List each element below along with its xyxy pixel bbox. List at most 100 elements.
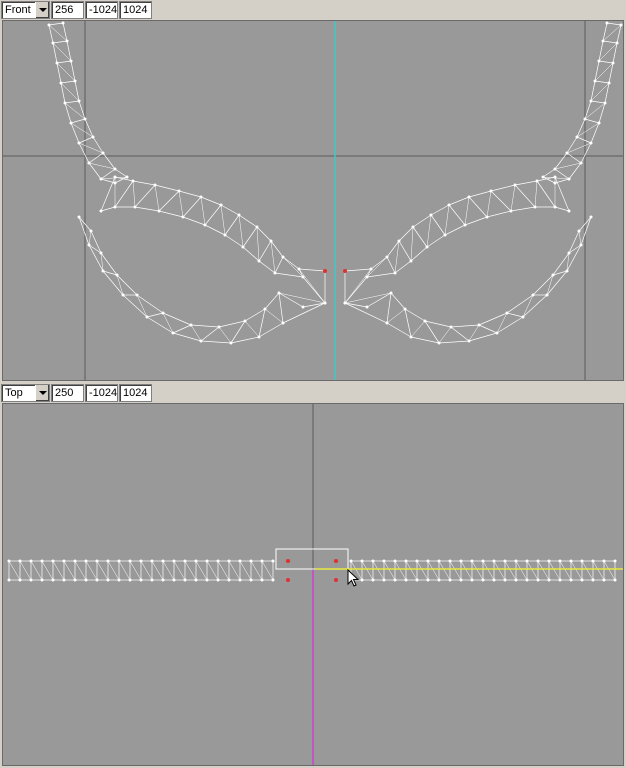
vertex[interactable] [613, 559, 617, 563]
vertex[interactable] [385, 321, 389, 325]
vertex[interactable] [101, 151, 105, 155]
vertex[interactable] [536, 559, 540, 563]
vertex[interactable] [365, 275, 369, 279]
vertex[interactable] [567, 209, 571, 213]
vertex[interactable] [89, 229, 93, 233]
vertex[interactable] [545, 293, 549, 297]
vertex[interactable] [161, 559, 165, 563]
vertex[interactable] [189, 323, 193, 327]
vertex[interactable] [59, 81, 63, 85]
vertex[interactable] [177, 189, 181, 193]
vertex[interactable] [360, 578, 364, 582]
vertex[interactable] [181, 215, 185, 219]
vertex[interactable] [249, 559, 253, 563]
vertex[interactable] [255, 225, 259, 229]
vertex[interactable] [257, 335, 261, 339]
vertex[interactable] [425, 245, 429, 249]
top-wireframe-canvas[interactable] [3, 404, 623, 765]
top-view-select[interactable]: Top [1, 384, 50, 402]
vertex[interactable] [7, 559, 11, 563]
vertex[interactable] [371, 578, 375, 582]
vertex[interactable] [87, 161, 91, 165]
vertex[interactable] [172, 559, 176, 563]
vertex[interactable] [447, 203, 451, 207]
vertex[interactable] [423, 319, 427, 323]
vertex[interactable] [199, 339, 203, 343]
vertex[interactable] [611, 61, 615, 65]
vertex[interactable] [470, 559, 474, 563]
vertex[interactable] [533, 205, 537, 209]
vertex[interactable] [485, 215, 489, 219]
vertex[interactable] [551, 273, 555, 277]
vertex[interactable] [393, 559, 397, 563]
vertex[interactable] [73, 578, 77, 582]
vertex[interactable] [514, 559, 518, 563]
vertex[interactable] [157, 209, 161, 213]
vertex[interactable] [65, 39, 69, 43]
vertex[interactable] [106, 559, 110, 563]
vertex[interactable] [29, 559, 33, 563]
vertex[interactable] [281, 255, 285, 259]
vertex[interactable] [121, 293, 125, 297]
vertex[interactable] [237, 213, 241, 217]
vertex[interactable] [360, 559, 364, 563]
front-max-field[interactable]: 1024 [119, 1, 152, 19]
vertex[interactable] [301, 305, 305, 309]
vertex[interactable] [593, 79, 597, 83]
vertex[interactable] [139, 578, 143, 582]
vertex[interactable] [269, 239, 273, 243]
vertex[interactable] [567, 177, 571, 181]
vertex[interactable] [467, 339, 471, 343]
vertex[interactable] [583, 117, 587, 121]
vertex[interactable] [172, 578, 176, 582]
vertex[interactable] [449, 325, 453, 329]
vertex[interactable] [492, 578, 496, 582]
vertex[interactable] [553, 175, 557, 179]
vertex[interactable] [115, 273, 119, 277]
vertex[interactable] [541, 175, 545, 179]
selection-box[interactable] [275, 548, 349, 570]
vertex[interactable] [183, 559, 187, 563]
vertex[interactable] [597, 59, 601, 63]
vertex[interactable] [393, 578, 397, 582]
vertex[interactable] [62, 559, 66, 563]
vertex[interactable] [150, 578, 154, 582]
front-viewport[interactable] [2, 20, 624, 381]
vertex[interactable] [492, 559, 496, 563]
vertex[interactable] [437, 578, 441, 582]
vertex[interactable] [597, 121, 601, 125]
vertex[interactable] [47, 23, 51, 27]
vertex[interactable] [323, 269, 327, 273]
vertex[interactable] [602, 578, 606, 582]
top-grid-size-field[interactable]: 250 [51, 384, 84, 402]
vertex[interactable] [365, 305, 369, 309]
vertex[interactable] [404, 578, 408, 582]
vertex[interactable] [113, 175, 117, 179]
mask-top-wireframe-mesh[interactable] [7, 559, 617, 582]
vertex[interactable] [477, 323, 481, 327]
vertex[interactable] [243, 319, 247, 323]
vertex[interactable] [613, 578, 617, 582]
vertex[interactable] [29, 578, 33, 582]
vertex[interactable] [7, 578, 11, 582]
selected-vertex[interactable] [286, 578, 290, 582]
vertex[interactable] [558, 578, 562, 582]
top-viewport[interactable] [2, 403, 624, 766]
top-min-field[interactable]: -1024 [85, 384, 118, 402]
vertex[interactable] [99, 251, 103, 255]
vertex[interactable] [150, 559, 154, 563]
vertex[interactable] [40, 578, 44, 582]
vertex[interactable] [84, 559, 88, 563]
vertex[interactable] [62, 578, 66, 582]
vertex[interactable] [547, 578, 551, 582]
vertex[interactable] [257, 259, 261, 263]
vertex[interactable] [301, 275, 305, 279]
vertex[interactable] [101, 269, 105, 273]
vertex[interactable] [605, 21, 609, 25]
vertex[interactable] [411, 225, 415, 229]
vertex[interactable] [216, 559, 220, 563]
vertex[interactable] [577, 229, 581, 233]
top-max-field[interactable]: 1024 [119, 384, 152, 402]
vertex[interactable] [227, 578, 231, 582]
vertex[interactable] [83, 117, 87, 121]
